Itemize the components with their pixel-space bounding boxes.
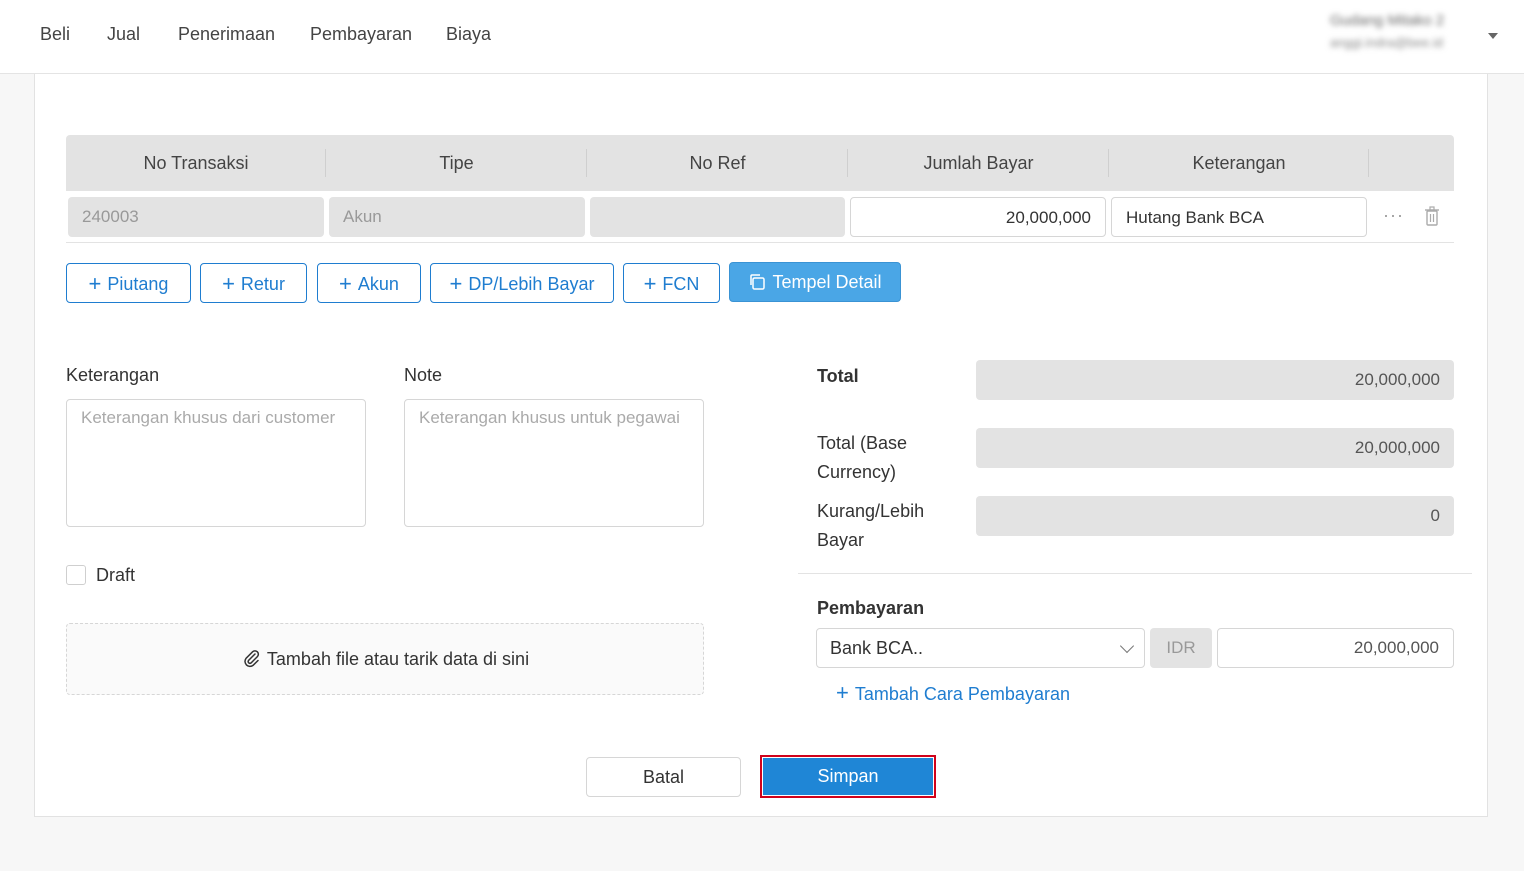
- top-navigation: Beli Jual Penerimaan Pembayaran Biaya Gu…: [0, 0, 1524, 74]
- total-base-value: 20,000,000: [976, 428, 1454, 468]
- keterangan-label: Keterangan: [66, 365, 160, 385]
- note-textarea[interactable]: Keterangan khusus untuk pegawai: [404, 399, 704, 527]
- pembayaran-label: Pembayaran: [817, 598, 925, 618]
- payment-method-value: Bank BCA..: [830, 638, 924, 658]
- detail-table-header: No Transaksi Tipe No Ref Jumlah Bayar Ke…: [66, 135, 1454, 191]
- note-label: Note: [404, 365, 443, 385]
- plus-icon: +: [836, 680, 849, 705]
- column-header-keterangan: Keterangan: [1192, 153, 1286, 173]
- copy-icon: [750, 274, 766, 290]
- total-value: 20,000,000: [976, 360, 1454, 400]
- plus-icon: +: [222, 271, 235, 296]
- column-header-no-transaksi: No Transaksi: [143, 153, 249, 173]
- add-dp-label: DP/Lebih Bayar: [468, 274, 595, 294]
- add-retur-button[interactable]: + Retur: [200, 263, 307, 303]
- tempel-detail-label: Tempel Detail: [772, 272, 882, 292]
- total-base-label: Total (Base Currency): [817, 433, 908, 482]
- user-menu[interactable]: Gudang Mitako 2 anggi.indra@bee.id: [1330, 12, 1490, 62]
- summary-divider: [798, 573, 1472, 574]
- add-dp-button[interactable]: + DP/Lebih Bayar: [430, 263, 614, 303]
- upload-label: Tambah file atau tarik data di sini: [266, 649, 530, 669]
- cancel-button[interactable]: Batal: [586, 757, 741, 797]
- add-fcn-button[interactable]: + FCN: [623, 263, 720, 303]
- paperclip-icon: [244, 650, 259, 668]
- save-button[interactable]: Simpan: [763, 758, 933, 795]
- column-header-jumlah-bayar: Jumlah Bayar: [923, 153, 1034, 173]
- draft-label: Draft: [96, 565, 136, 585]
- trash-icon[interactable]: [1424, 206, 1440, 226]
- plus-icon: +: [643, 271, 657, 296]
- add-payment-method-link[interactable]: + Tambah Cara Pembayaran: [836, 680, 1070, 706]
- row-divider: [66, 242, 1454, 243]
- draft-checkbox[interactable]: [66, 565, 86, 585]
- column-header-tipe: Tipe: [439, 153, 474, 173]
- payment-method-select[interactable]: Bank BCA..: [816, 628, 1145, 668]
- user-email: anggi.indra@bee.id: [1330, 35, 1443, 50]
- add-fcn-label: FCN: [662, 274, 700, 294]
- plus-icon: +: [449, 271, 463, 296]
- column-header-no-ref: No Ref: [689, 153, 746, 173]
- column-divider: [1368, 149, 1369, 177]
- nav-item-penerimaan[interactable]: Penerimaan: [178, 24, 275, 45]
- no-transaksi-field: 240003: [68, 197, 324, 237]
- nav-item-jual[interactable]: Jual: [107, 24, 140, 45]
- add-piutang-button[interactable]: + Piutang: [66, 263, 191, 303]
- nav-item-beli[interactable]: Beli: [40, 24, 70, 45]
- nav-item-biaya[interactable]: Biaya: [446, 24, 491, 45]
- keterangan-textarea[interactable]: Keterangan khusus dari customer: [66, 399, 366, 527]
- tipe-field: Akun: [329, 197, 585, 237]
- jumlah-bayar-input[interactable]: 20,000,000: [850, 197, 1106, 237]
- add-payment-label: Tambah Cara Pembayaran: [854, 684, 1070, 704]
- plus-icon: +: [339, 271, 352, 296]
- payment-amount-input[interactable]: 20,000,000: [1217, 628, 1454, 668]
- file-upload-dropzone[interactable]: Tambah file atau tarik data di sini: [66, 623, 704, 695]
- no-ref-field: [590, 197, 845, 237]
- tempel-detail-button[interactable]: Tempel Detail: [729, 262, 901, 302]
- total-label: Total: [817, 366, 859, 386]
- add-akun-label: Akun: [357, 274, 399, 294]
- currency-field: IDR: [1150, 628, 1212, 668]
- more-icon[interactable]: ···: [1383, 205, 1404, 226]
- chevron-down-icon: [1119, 638, 1135, 654]
- nav-item-pembayaran[interactable]: Pembayaran: [310, 24, 412, 45]
- kurang-lebih-value: 0: [976, 496, 1454, 536]
- kurang-lebih-label: Kurang/Lebih Bayar: [817, 501, 925, 550]
- plus-icon: +: [88, 271, 102, 296]
- caret-down-icon[interactable]: [1488, 33, 1498, 39]
- add-akun-button[interactable]: + Akun: [317, 263, 421, 303]
- keterangan-row-input[interactable]: Hutang Bank BCA: [1111, 197, 1367, 237]
- add-piutang-label: Piutang: [107, 274, 169, 294]
- user-name: Gudang Mitako 2: [1330, 12, 1445, 29]
- add-retur-label: Retur: [240, 274, 285, 294]
